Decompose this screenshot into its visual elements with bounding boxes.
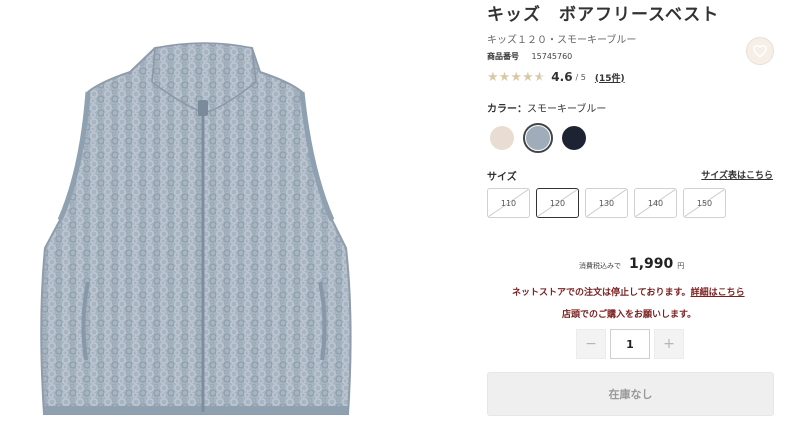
size-chart-link[interactable]: サイズ表はこちら <box>701 168 773 181</box>
heart-icon <box>753 44 767 58</box>
color-value: スモーキーブルー <box>527 104 607 115</box>
star-icon: ★ <box>498 69 511 85</box>
size-option-110[interactable]: 110 <box>487 188 530 218</box>
store-notice-text: ネットストアでの注文は停止しております。 <box>512 288 691 298</box>
size-option-label: 120 <box>549 198 566 208</box>
price-currency: 円 <box>677 262 685 270</box>
star-icon: ★ <box>510 69 522 85</box>
size-option-130[interactable]: 130 <box>585 188 628 218</box>
size-option-140[interactable]: 140 <box>634 188 677 218</box>
quantity-input[interactable]: 1 <box>610 329 650 359</box>
swatch-color <box>562 126 586 150</box>
size-option-label: 130 <box>598 198 615 208</box>
favorite-button[interactable] <box>746 37 774 65</box>
product-subtitle: キッズ１２０・スモーキーブルー <box>487 35 637 46</box>
swatch-color <box>526 126 550 150</box>
price-tax-note: 消費税込みで <box>579 262 621 270</box>
star-icon: ★ <box>521 69 534 85</box>
swatch-color <box>490 126 514 150</box>
quantity-decrease-button[interactable]: − <box>576 329 606 359</box>
size-label: サイズ <box>487 172 517 183</box>
star-icon: ★ <box>487 69 499 85</box>
swatch-beige[interactable] <box>487 123 517 153</box>
color-selection-label: カラー：スモーキーブルー <box>487 100 606 115</box>
quantity-stepper: − 1 + <box>576 329 684 359</box>
rating-score: 4.6 <box>551 70 573 84</box>
price-row: 消費税込みで 1,990 円 <box>579 256 684 272</box>
out-of-stock-button: 在庫なし <box>487 372 774 416</box>
sku-row: 商品番号 15745760 <box>487 51 572 62</box>
product-title: キッズ ボアフリースベスト <box>487 5 720 25</box>
quantity-increase-button[interactable]: + <box>654 329 684 359</box>
sku-label: 商品番号 <box>487 52 519 61</box>
star-icon: ★ <box>533 69 546 85</box>
sku-value: 15745760 <box>531 52 573 61</box>
store-purchase-notice: 店頭でのご購入をお願いします。 <box>562 310 697 320</box>
product-image <box>20 20 390 420</box>
rating-stars: ★ ★ ★ ★ ★ <box>487 71 545 84</box>
color-swatches <box>487 123 595 153</box>
store-notice: ネットストアでの注文は停止しております。詳細はこちら <box>512 285 745 298</box>
size-option-label: 110 <box>500 198 517 208</box>
swatch-smoky-blue[interactable] <box>523 123 553 153</box>
size-option-120[interactable]: 120 <box>536 188 579 218</box>
price-amount: 1,990 <box>629 256 674 272</box>
details-link[interactable]: 詳細はこちら <box>691 288 745 298</box>
rating-row: ★ ★ ★ ★ ★ 4.6 / 5 (15件) <box>487 68 625 86</box>
size-option-label: 140 <box>647 198 664 208</box>
review-count-link[interactable]: (15件) <box>595 71 625 84</box>
fleece-vest-image <box>40 42 352 415</box>
color-label: カラー： <box>487 104 527 115</box>
size-option-150[interactable]: 150 <box>683 188 726 218</box>
swatch-navy[interactable] <box>559 123 589 153</box>
rating-max: / 5 <box>575 72 586 82</box>
size-option-label: 150 <box>696 198 713 208</box>
size-options: 110 120 130 140 150 <box>487 188 732 218</box>
